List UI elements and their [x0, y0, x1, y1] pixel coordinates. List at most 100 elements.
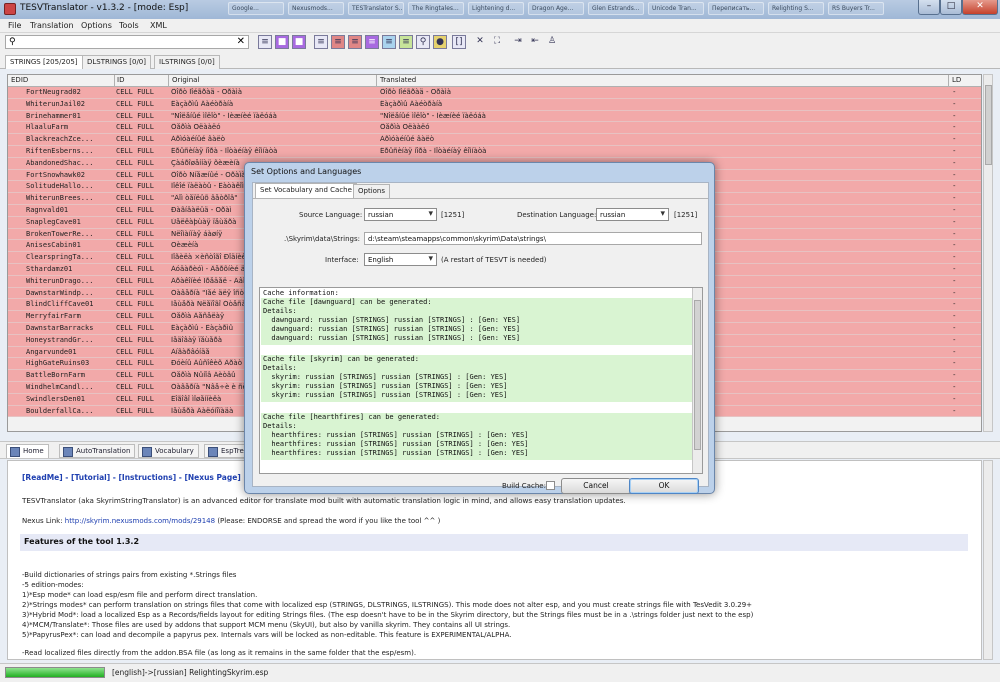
cell-edid: BrokenTowerRe... [26, 229, 94, 238]
tab-vocabulary-cache[interactable]: Set Vocabulary and Cache [255, 183, 357, 198]
tab-ilstrings[interactable]: ILSTRINGS [0/0] [154, 55, 220, 69]
doc-links[interactable]: [ReadMe] - [Tutorial] - [Instructions] -… [22, 473, 241, 482]
cell-ld: - [953, 217, 956, 226]
col-id[interactable]: ID [117, 76, 124, 84]
import-icon[interactable]: ⇤ [528, 35, 542, 49]
search-input[interactable]: ⚲ ✕ [5, 35, 249, 49]
cell-id: CELL FULL [116, 383, 154, 391]
grid-scrollbar[interactable] [983, 74, 993, 432]
menu-xml[interactable]: XML [150, 21, 167, 30]
cache-line: skyrim: russian [STRINGS] russian [STRIN… [263, 391, 508, 399]
cell-ld: - [953, 335, 956, 344]
red-rows-icon[interactable]: ≡ [348, 35, 362, 49]
tab-label: Vocabulary [155, 447, 194, 455]
tab-home[interactable]: Home [6, 444, 49, 458]
table-row[interactable]: FortNeugrad02 CELL FULL Ôîðò Íîéãðàä - Õðà… [8, 87, 981, 99]
table-row[interactable]: RiftenEsberns... CELL FULL Êðûñèíàÿ íîðà -… [8, 146, 981, 158]
cell-ld: - [953, 170, 956, 179]
red-rows-icon[interactable]: ≡ [331, 35, 345, 49]
cell-id: CELL FULL [116, 147, 154, 155]
cache-info-heading: Cache information: [263, 289, 339, 297]
tab-options[interactable]: Options [353, 184, 391, 198]
home-icon [10, 447, 20, 457]
cell-ld: - [953, 253, 956, 262]
table-row[interactable]: BlackreachZce... CELL FULL Àðìóàéíûé âàëò À… [8, 134, 981, 146]
source-language-select[interactable]: russian [364, 208, 437, 221]
cache-line: hearthfires: russian [STRINGS] russian [… [263, 449, 529, 457]
bracket-icon[interactable]: [] [452, 35, 466, 49]
strings-path-input[interactable]: d:\steam\steamapps\common\skyrim\Data\st… [364, 232, 702, 245]
menu-options[interactable]: Options [81, 21, 112, 30]
col-original[interactable]: Original [172, 76, 199, 84]
menu-translation[interactable]: Translation [30, 21, 74, 30]
minimize-button[interactable]: – [918, 0, 940, 15]
cell-id: CELL FULL [116, 241, 154, 250]
cache-scrollbar[interactable] [692, 288, 702, 473]
cell-edid: BattleBornFarm [26, 371, 86, 380]
blue-rows-icon[interactable]: ≡ [382, 35, 396, 49]
doc-scrollbar[interactable] [983, 460, 993, 660]
build-cache-checkbox[interactable] [546, 481, 555, 490]
tab-strings[interactable]: STRINGS [205/205] [5, 55, 83, 69]
user-search-icon[interactable]: ♙ [545, 35, 559, 49]
find-icon[interactable]: ⚲ [416, 35, 430, 49]
close-icon[interactable]: ✕ [473, 35, 487, 49]
export-icon[interactable]: ⇥ [511, 35, 525, 49]
cell-id: CELL FULL [116, 229, 154, 238]
cell-edid: HlaaluFarm [26, 123, 69, 132]
menu-file[interactable]: File [8, 21, 21, 30]
purple-rows-icon[interactable]: ≡ [365, 35, 379, 49]
cache-line: hearthfires: russian [STRINGS] russian [… [263, 440, 529, 448]
cell-original: Êàçàðìû Âàéòðàíà [171, 99, 234, 108]
cache-info-box[interactable]: Cache information: Cache file [dawnguard… [259, 287, 703, 474]
cancel-button[interactable]: Cancel [561, 478, 631, 494]
table-row[interactable]: WhiterunJail02 CELL FULL Êàçàðìû Âàéòðàíà Ê… [8, 98, 981, 111]
cell-ld: - [953, 371, 956, 380]
tab-dlstrings[interactable]: DLSTRINGS [0/0] [82, 55, 151, 69]
expand-icon[interactable]: ⛶ [490, 35, 504, 49]
taskbar-ghost-tab: Unicode Tran... [648, 2, 704, 15]
cache-line: dawnguard: russian [STRINGS] russian [ST… [263, 325, 521, 333]
destination-language-label: Destination Language: [517, 211, 597, 219]
interface-select[interactable]: English [364, 253, 437, 266]
rows-icon[interactable]: ≡ [314, 35, 328, 49]
cell-edid: DawnstarBarracks [26, 324, 94, 332]
close-window-button[interactable]: ✕ [962, 0, 998, 15]
cell-id: CELL FULL [116, 194, 154, 203]
table-row[interactable]: HlaaluFarm CELL FULL Ôåðìà Õëààëó Ôåðìà Õëà… [8, 122, 981, 135]
cell-id: CELL FULL [116, 312, 154, 321]
table-row[interactable]: Brinehammer01 CELL FULL "Ñîëåíûé ìîëîò" - … [8, 110, 981, 123]
col-edid[interactable]: EDID [11, 76, 28, 84]
doc-line: 2)*Strings modes* can perform translatio… [22, 601, 753, 609]
tab-vocabulary[interactable]: Vocabulary [138, 444, 199, 458]
cell-edid: WhiterunBrees... [26, 194, 94, 203]
cell-edid: AbandonedShac... [26, 158, 94, 167]
bulb-icon[interactable]: ● [433, 35, 447, 49]
cell-id: CELL FULL [116, 276, 154, 285]
maximize-button[interactable]: □ [940, 0, 962, 15]
doc-line: -Build dictionaries of strings pairs fro… [22, 571, 237, 579]
purple-square-icon[interactable]: ■ [292, 35, 306, 49]
nexus-link[interactable]: http://skyrim.nexusmods.com/mods/29148 [65, 517, 215, 525]
list-icon[interactable]: ≡ [258, 35, 272, 49]
cell-id: CELL FULL [116, 182, 154, 191]
cell-edid: Angarvunde01 [26, 347, 77, 356]
col-translated[interactable]: Translated [380, 76, 416, 84]
menu-tools[interactable]: Tools [119, 21, 139, 30]
purple-square-icon[interactable]: ■ [275, 35, 289, 49]
cell-translated: Ôîðò Íîéãðàä - Õðàìà [380, 88, 452, 96]
clear-search-button[interactable]: ✕ [237, 36, 245, 47]
doc-line: 1)*Esp mode* can load esp/esm file and p… [22, 591, 258, 599]
cache-scroll-thumb[interactable] [694, 300, 701, 450]
cell-ld: - [953, 194, 956, 203]
cell-id: CELL FULL [116, 253, 154, 262]
green-rows-icon[interactable]: ≡ [399, 35, 413, 49]
tab-autotranslation[interactable]: AutoTranslation [59, 444, 136, 458]
nexus-line: Nexus Link: http://skyrim.nexusmods.com/… [22, 517, 440, 525]
cell-id: CELL FULL [116, 394, 154, 403]
destination-language-select[interactable]: russian [596, 208, 669, 221]
col-ld[interactable]: LD [952, 76, 961, 84]
taskbar-ghost-tab: Glen Estrands... [588, 2, 644, 15]
scroll-thumb[interactable] [985, 85, 992, 165]
ok-button[interactable]: OK [629, 478, 699, 494]
